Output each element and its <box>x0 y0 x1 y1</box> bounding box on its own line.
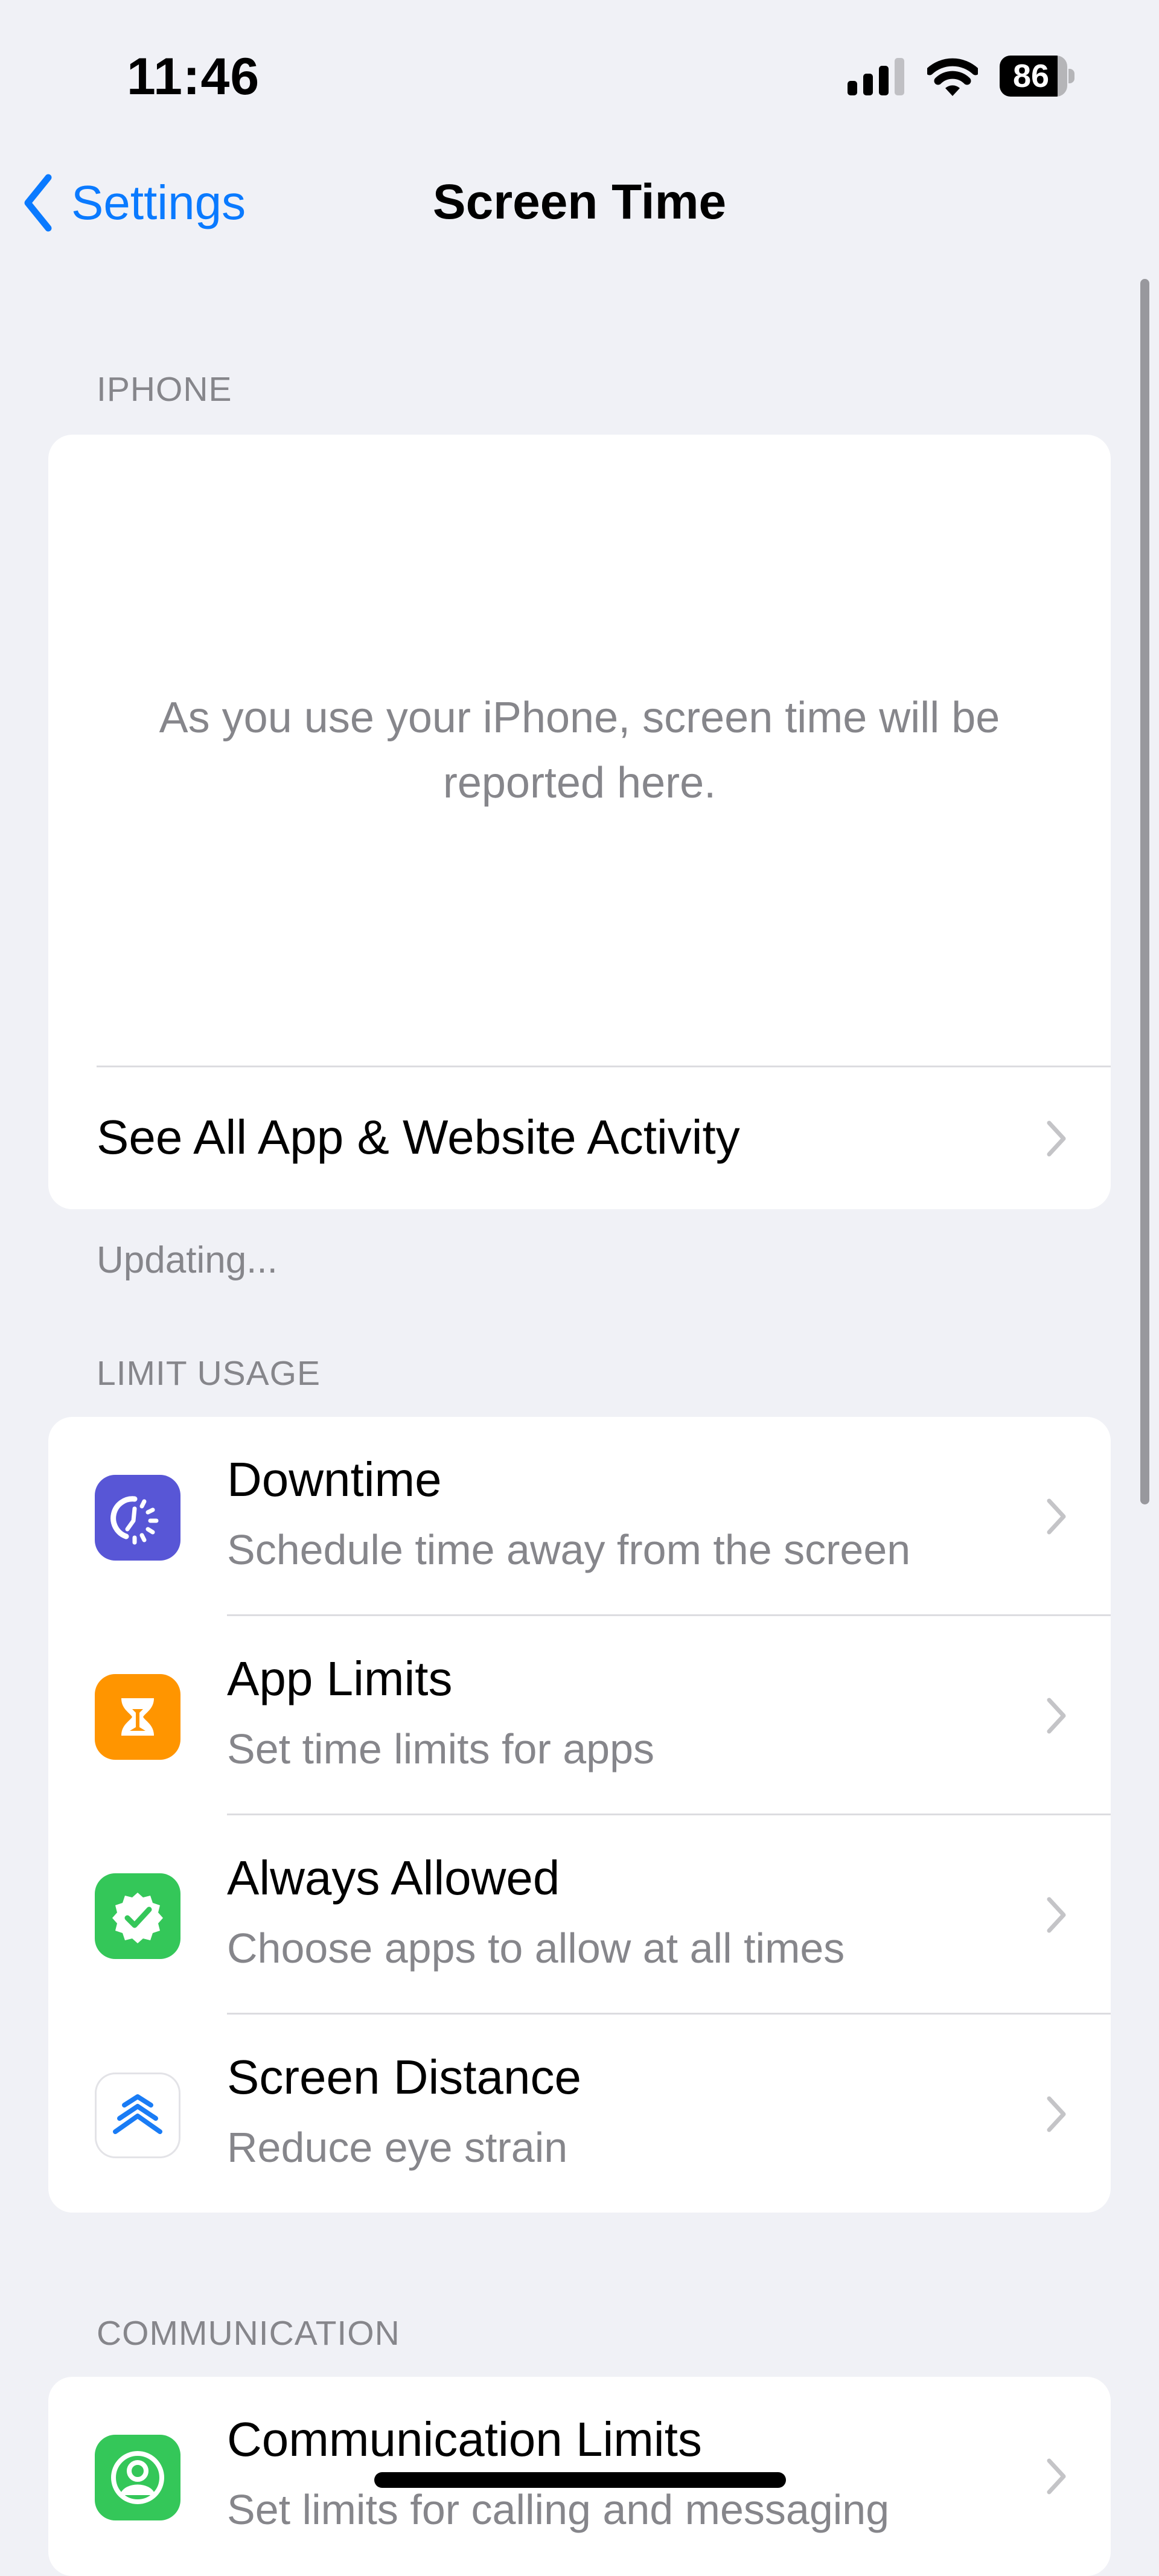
chevron-right-icon <box>1047 1897 1066 1933</box>
updating-status: Updating... <box>97 1239 278 1281</box>
app-limits-title: App Limits <box>227 1652 453 1705</box>
downtime-title: Downtime <box>227 1453 442 1506</box>
app-limits-row[interactable]: App Limits Set time limits for apps <box>48 1616 1111 1815</box>
see-all-activity-label: See All App & Website Activity <box>97 1110 740 1164</box>
chevron-right-icon <box>1047 1498 1066 1535</box>
hourglass-icon <box>95 1674 180 1760</box>
downtime-subtitle: Schedule time away from the screen <box>227 1526 911 1573</box>
communication-limits-subtitle: Set limits for calling and messaging <box>227 2486 890 2533</box>
wifi-icon <box>927 58 978 96</box>
home-indicator[interactable] <box>374 2472 786 2488</box>
section-header-communication: COMMUNICATION <box>97 2314 400 2353</box>
page-title: Screen Time <box>432 174 727 229</box>
chevrons-up-icon <box>95 2073 180 2158</box>
always-allowed-title: Always Allowed <box>227 1851 560 1905</box>
section-header-iphone: IPHONE <box>97 370 232 409</box>
downtime-icon <box>95 1475 180 1561</box>
chevron-right-icon <box>1047 1120 1066 1157</box>
screen-distance-row[interactable]: Screen Distance Reduce eye strain <box>48 2015 1111 2213</box>
battery-nub <box>1068 69 1074 83</box>
screen-distance-subtitle: Reduce eye strain <box>227 2124 568 2171</box>
checkmark-seal-icon <box>95 1873 180 1959</box>
always-allowed-subtitle: Choose apps to allow at all times <box>227 1925 845 1972</box>
empty-usage-text: As you use your iPhone, screen time will… <box>159 693 1000 807</box>
chevron-right-icon <box>1047 2458 1066 2495</box>
downtime-row[interactable]: Downtime Schedule time away from the scr… <box>48 1417 1111 1616</box>
scrollbar[interactable] <box>1140 279 1149 1504</box>
always-allowed-row[interactable]: Always Allowed Choose apps to allow at a… <box>48 1815 1111 2015</box>
chevron-right-icon <box>1047 2096 1066 2132</box>
status-time: 11:46 <box>127 48 260 106</box>
section-header-limit-usage: LIMIT USAGE <box>97 1354 321 1393</box>
communication-limits-title: Communication Limits <box>227 2412 702 2466</box>
battery-icon: 86 <box>1000 56 1077 97</box>
person-circle-icon <box>95 2435 180 2520</box>
battery-percent: 86 <box>1012 58 1050 94</box>
screen-distance-title: Screen Distance <box>227 2050 581 2104</box>
see-all-activity-row[interactable]: See All App & Website Activity <box>48 1067 1111 1209</box>
app-limits-subtitle: Set time limits for apps <box>227 1725 654 1772</box>
cellular-signal-icon <box>848 58 904 95</box>
empty-usage-message: As you use your iPhone, screen time will… <box>48 435 1111 1066</box>
limit-usage-card: Downtime Schedule time away from the scr… <box>48 1417 1111 2213</box>
chevron-right-icon <box>1047 1698 1066 1734</box>
iphone-usage-card: As you use your iPhone, screen time will… <box>48 435 1111 1209</box>
